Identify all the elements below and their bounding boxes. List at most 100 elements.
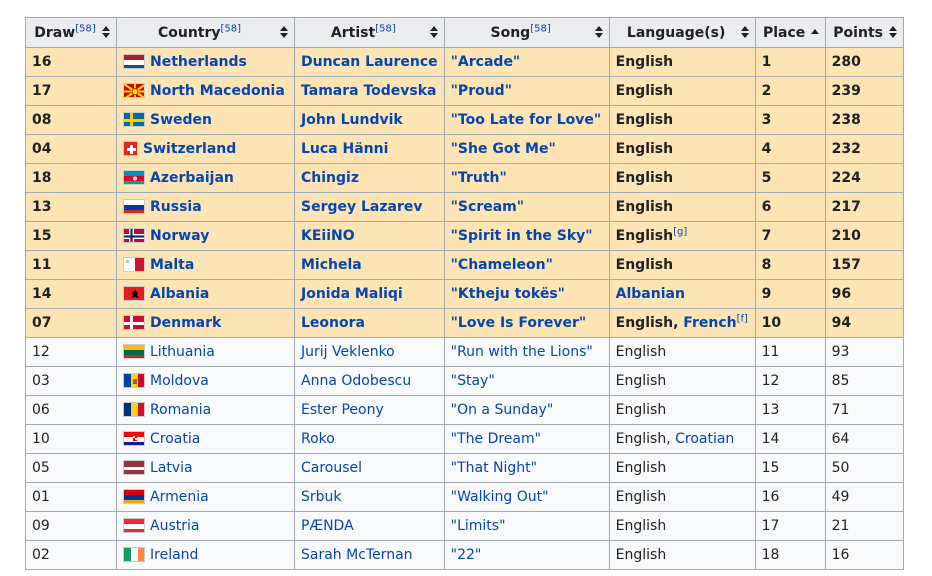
artist-link[interactable]: Luca Hänni <box>301 141 388 157</box>
flag-icon[interactable] <box>123 344 145 359</box>
ref-link[interactable]: [f] <box>737 313 748 324</box>
language-link[interactable]: French <box>683 315 736 331</box>
flag-icon[interactable] <box>123 54 145 69</box>
artist-link[interactable]: KEiiNO <box>301 228 355 244</box>
song-link[interactable]: "Run with the Lions" <box>451 344 593 360</box>
song-link[interactable]: "On a Sunday" <box>451 402 554 418</box>
song-link[interactable]: "Limits" <box>451 518 506 534</box>
artist-link[interactable]: Carousel <box>301 460 362 476</box>
col-draw-header[interactable]: Draw[58] <box>25 17 117 48</box>
place-cell: 2 <box>754 76 826 106</box>
ref-link[interactable]: [58] <box>530 23 551 34</box>
artist-link[interactable]: PÆNDA <box>301 518 354 534</box>
flag-icon[interactable] <box>123 489 145 504</box>
flag-icon[interactable] <box>123 112 145 127</box>
col-artist-header[interactable]: Artist[58] <box>294 17 445 48</box>
song-link[interactable]: "Scream" <box>451 199 524 215</box>
artist-link[interactable]: Chingiz <box>301 170 359 186</box>
country-link[interactable]: Denmark <box>150 315 221 331</box>
song-link[interactable]: "22" <box>451 547 482 563</box>
flag-icon[interactable] <box>123 228 145 243</box>
song-link[interactable]: "Too Late for Love" <box>451 112 601 128</box>
artist-link[interactable]: Michela <box>301 257 362 273</box>
flag-icon[interactable] <box>123 402 145 417</box>
song-link[interactable]: "Truth" <box>451 170 507 186</box>
flag-icon[interactable] <box>123 141 138 156</box>
flag-icon[interactable] <box>123 547 145 562</box>
flag-icon[interactable] <box>123 373 145 388</box>
country-link[interactable]: Croatia <box>150 431 200 447</box>
col-place-header[interactable]: Place <box>754 17 826 48</box>
artist-link[interactable]: Jonida Maliqi <box>301 286 403 302</box>
col-country-header[interactable]: Country[58] <box>116 17 295 48</box>
song-link[interactable]: "Chameleon" <box>451 257 553 273</box>
song-link[interactable]: "Proud" <box>451 83 512 99</box>
song-link[interactable]: "Walking Out" <box>451 489 549 505</box>
col-points-header[interactable]: Points <box>824 17 904 48</box>
flag-icon[interactable] <box>123 431 145 446</box>
artist-link[interactable]: Jurij Veklenko <box>301 344 395 360</box>
country-link[interactable]: North Macedonia <box>150 83 285 99</box>
country-link[interactable]: Netherlands <box>150 54 247 70</box>
flag-icon[interactable] <box>123 315 145 330</box>
country-link[interactable]: Russia <box>150 199 202 215</box>
country-link[interactable]: Romania <box>150 402 211 418</box>
artist-cell: Luca Hänni <box>294 134 445 164</box>
sort-ascending-icon[interactable] <box>810 29 819 34</box>
country-link[interactable]: Switzerland <box>143 141 236 157</box>
artist-link[interactable]: Ester Peony <box>301 402 384 418</box>
flag-icon[interactable] <box>123 286 145 301</box>
country-link[interactable]: Malta <box>150 257 194 273</box>
sort-icon[interactable] <box>594 25 603 39</box>
artist-link[interactable]: Srbuk <box>301 489 342 505</box>
sort-icon[interactable] <box>429 25 438 39</box>
ref-link[interactable]: [g] <box>673 226 687 237</box>
country-link[interactable]: Norway <box>150 228 209 244</box>
flag-icon[interactable] <box>123 83 145 98</box>
ref-link[interactable]: [58] <box>75 23 96 34</box>
sort-icon[interactable] <box>740 25 749 39</box>
country-link[interactable]: Austria <box>150 518 199 534</box>
sort-icon[interactable] <box>888 25 897 39</box>
country-link[interactable]: Albania <box>150 286 209 302</box>
song-link[interactable]: "Ktheju tokës" <box>451 286 565 302</box>
country-link[interactable]: Armenia <box>150 489 209 505</box>
artist-link[interactable]: Roko <box>301 431 335 447</box>
song-link[interactable]: "Arcade" <box>451 54 521 70</box>
song-link[interactable]: "That Night" <box>451 460 537 476</box>
col-language-header[interactable]: Language(s) <box>608 17 756 48</box>
artist-link[interactable]: Anna Odobescu <box>301 373 411 389</box>
flag-icon[interactable] <box>123 257 145 272</box>
flag-icon[interactable] <box>123 460 145 475</box>
song-link[interactable]: "Spirit in the Sky" <box>451 228 593 244</box>
artist-link[interactable]: John Lundvik <box>301 112 403 128</box>
header-row: Draw[58] Country[58] Artist[58] Song[58]… <box>25 17 904 48</box>
country-link[interactable]: Moldova <box>150 373 209 389</box>
artist-link[interactable]: Tamara Todevska <box>301 83 437 99</box>
col-song-header[interactable]: Song[58] <box>443 17 610 48</box>
language-link[interactable]: Croatian <box>675 431 734 447</box>
country-link[interactable]: Latvia <box>150 460 193 476</box>
flag-icon[interactable] <box>123 518 145 533</box>
artist-link[interactable]: Sarah McTernan <box>301 547 413 563</box>
artist-cell: Jurij Veklenko <box>294 337 445 367</box>
country-link[interactable]: Sweden <box>150 112 212 128</box>
flag-icon[interactable] <box>123 170 145 185</box>
sort-icon[interactable] <box>280 25 288 39</box>
sort-icon[interactable] <box>102 25 110 39</box>
flag-icon[interactable] <box>123 199 145 214</box>
artist-link[interactable]: Sergey Lazarev <box>301 199 423 215</box>
song-link[interactable]: "The Dream" <box>451 431 541 447</box>
country-link[interactable]: Lithuania <box>150 344 215 360</box>
table-row: 06 Romania Ester Peony "On a Sunday" English… <box>25 395 904 425</box>
song-link[interactable]: "She Got Me" <box>451 141 556 157</box>
artist-link[interactable]: Leonora <box>301 315 365 331</box>
song-link[interactable]: "Stay" <box>451 373 495 389</box>
ref-link[interactable]: [58] <box>221 23 242 34</box>
song-link[interactable]: "Love Is Forever" <box>451 315 587 331</box>
country-link[interactable]: Azerbaijan <box>150 170 234 186</box>
artist-link[interactable]: Duncan Laurence <box>301 54 438 70</box>
country-link[interactable]: Ireland <box>150 547 198 563</box>
ref-link[interactable]: [58] <box>375 23 396 34</box>
language-link[interactable]: Albanian <box>616 286 685 302</box>
